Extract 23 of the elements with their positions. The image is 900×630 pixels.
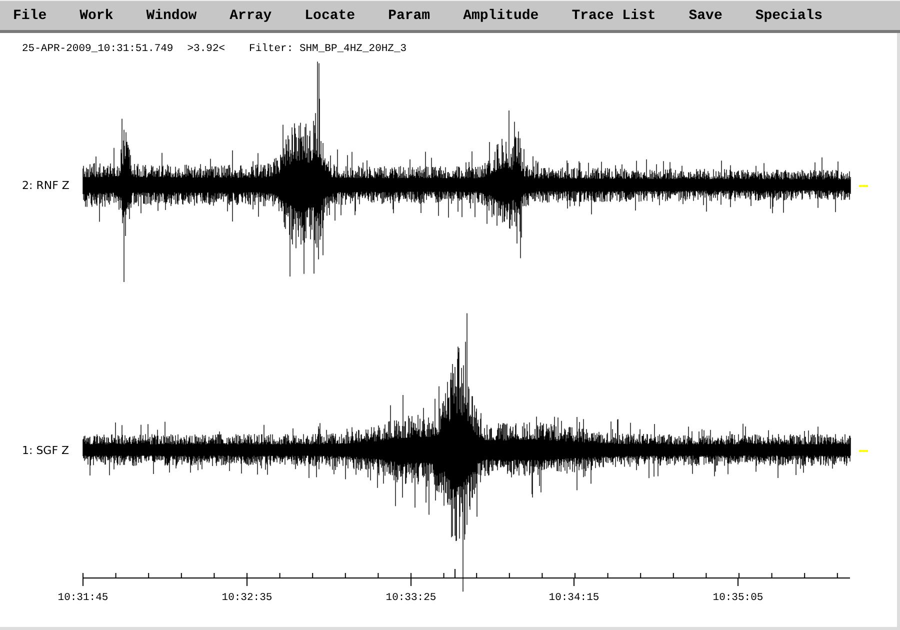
menu-item[interactable]: Save [682, 8, 730, 24]
amplitude-value: >3.92< [187, 43, 226, 57]
axis-label: 10:33:25 [386, 592, 436, 604]
trace-label: 2: RNF Z [22, 179, 70, 192]
menu-item[interactable]: Array [222, 8, 279, 24]
menu-item[interactable]: Amplitude [456, 8, 546, 24]
trace-marker [859, 185, 868, 187]
menu-item[interactable]: Work [72, 8, 120, 24]
axis-label: 10:34:15 [548, 592, 600, 604]
menu-item[interactable]: Trace List [564, 8, 663, 24]
timestamp: 25-APR-2009_10:31:51.749 [22, 43, 174, 57]
menu-item[interactable]: Locate [298, 8, 362, 24]
filter-label: Filter: SHM_BP_4HZ_20HZ_3 [249, 43, 407, 57]
trace-marker [859, 450, 868, 452]
menu-item[interactable]: Window [139, 8, 204, 24]
menu-item[interactable]: Specials [748, 8, 830, 24]
axis-label: 10:31:45 [58, 592, 108, 604]
menu-item[interactable]: File [6, 8, 54, 24]
axis-label: 10:32:35 [222, 592, 272, 604]
trace-label: 1: SGF Z [22, 444, 70, 457]
menu-item[interactable]: Param [381, 8, 438, 24]
axis-label: 10:35:05 [712, 592, 764, 604]
time-cursor [454, 568, 456, 578]
